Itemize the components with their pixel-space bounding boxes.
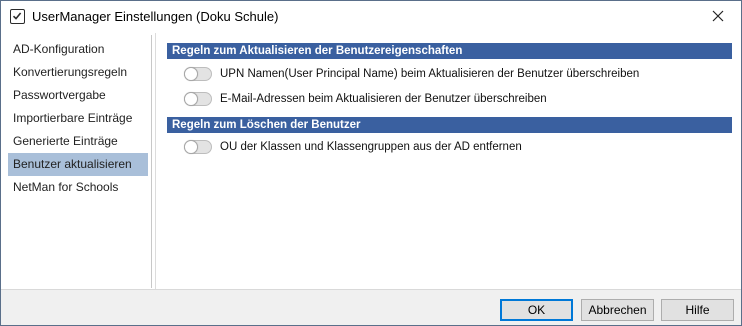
sidebar-item-generierte-eintraege[interactable]: Generierte Einträge [8,130,148,153]
upn-overwrite-toggle[interactable] [184,67,212,81]
sidebar-item-konvertierungsregeln[interactable]: Konvertierungsregeln [8,61,148,84]
section-header-loeschen: Regeln zum Löschen der Benutzer [167,117,732,133]
settings-dialog: UserManager Einstellungen (Doku Schule) … [0,0,742,326]
email-overwrite-toggle[interactable] [184,92,212,106]
ok-button[interactable]: OK [500,299,573,321]
close-icon [712,10,724,25]
settings-sidebar: AD-Konfiguration Konvertierungsregeln Pa… [5,35,152,288]
cancel-button[interactable]: Abbrechen [581,299,654,321]
option-upn-overwrite: UPN Namen(User Principal Name) beim Aktu… [184,65,639,83]
toggle-knob [184,67,198,81]
checkbox-icon [10,9,25,24]
option-label: E-Mail-Adressen beim Aktualisieren der B… [220,93,547,105]
dialog-footer: OK Abbrechen Hilfe [1,289,741,325]
sidebar-item-benutzer-aktualisieren[interactable]: Benutzer aktualisieren [8,153,148,176]
sidebar-item-ad-konfiguration[interactable]: AD-Konfiguration [8,38,148,61]
sidebar-item-netman-for-schools[interactable]: NetMan for Schools [8,176,148,199]
remove-ou-toggle[interactable] [184,140,212,154]
sidebar-item-importierbare-eintraege[interactable]: Importierbare Einträge [8,107,148,130]
title-bar: UserManager Einstellungen (Doku Schule) [1,1,741,33]
option-label: OU der Klassen und Klassengruppen aus de… [220,141,522,153]
option-label: UPN Namen(User Principal Name) beim Aktu… [220,68,640,80]
close-button[interactable] [695,1,741,33]
option-remove-ou: OU der Klassen und Klassengruppen aus de… [184,138,522,156]
settings-panel: Regeln zum Aktualisieren der Benutzereig… [155,33,739,289]
toggle-knob [184,140,198,154]
dialog-content: AD-Konfiguration Konvertierungsregeln Pa… [1,33,741,289]
window-title: UserManager Einstellungen (Doku Schule) [32,9,279,24]
option-email-overwrite: E-Mail-Adressen beim Aktualisieren der B… [184,90,547,108]
toggle-knob [184,92,198,106]
help-button[interactable]: Hilfe [661,299,734,321]
section-header-aktualisieren: Regeln zum Aktualisieren der Benutzereig… [167,43,732,59]
sidebar-item-passwortvergabe[interactable]: Passwortvergabe [8,84,148,107]
